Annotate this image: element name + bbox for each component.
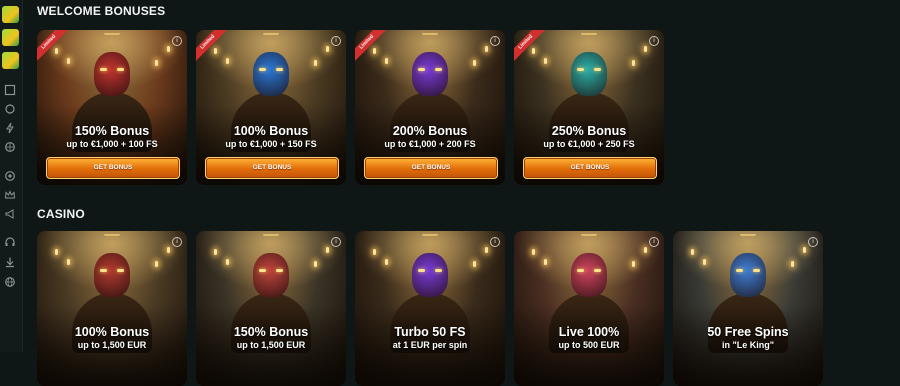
- card-subtitle: in "Le King": [721, 340, 775, 350]
- megaphone-icon[interactable]: [4, 208, 16, 220]
- candle-light: [373, 249, 376, 255]
- card-title: 50 Free Spins: [707, 325, 789, 339]
- get-bonus-button[interactable]: GET BONUS: [205, 157, 339, 179]
- ball-icon[interactable]: [4, 141, 16, 153]
- card-subtitle: up to 1,500 EUR: [236, 340, 306, 350]
- info-icon[interactable]: i: [808, 237, 818, 247]
- info-icon[interactable]: i: [172, 36, 182, 46]
- gift-icon[interactable]: [2, 6, 19, 23]
- info-icon[interactable]: i: [649, 237, 659, 247]
- card-tag: [422, 234, 438, 236]
- candle-light: [373, 48, 376, 54]
- candle-light: [532, 48, 535, 54]
- globe-icon[interactable]: [4, 276, 16, 288]
- welcome-bonuses-title: WELCOME BONUSES: [37, 4, 166, 18]
- card-tag: [263, 33, 279, 35]
- card-subtitle: up to 500 EUR: [558, 340, 620, 350]
- info-icon[interactable]: i: [649, 36, 659, 46]
- card-tag: [104, 33, 120, 35]
- card-subtitle: up to 1,500 EUR: [77, 340, 147, 350]
- card-subtitle: up to €1,000 + 200 FS: [384, 139, 476, 149]
- circle-icon[interactable]: [4, 103, 16, 115]
- card-title: 150% Bonus: [74, 124, 150, 138]
- candle-light: [55, 249, 58, 255]
- welcome-card[interactable]: Limited i 250% Bonus up to €1,000 + 250 …: [514, 30, 664, 185]
- card-subtitle: up to €1,000 + 250 FS: [543, 139, 635, 149]
- welcome-card[interactable]: Limited i 200% Bonus up to €1,000 + 200 …: [355, 30, 505, 185]
- get-bonus-button[interactable]: GET BONUS: [46, 157, 180, 179]
- card-subtitle: up to €1,000 + 150 FS: [225, 139, 317, 149]
- card-subtitle: at 1 EUR per spin: [392, 340, 468, 350]
- casino-card[interactable]: i Live 100% up to 500 EUR: [514, 231, 664, 386]
- candle-light: [214, 48, 217, 54]
- get-bonus-button[interactable]: GET BONUS: [523, 157, 657, 179]
- info-icon[interactable]: i: [490, 36, 500, 46]
- casino-card[interactable]: i 50 Free Spins in "Le King": [673, 231, 823, 386]
- card-title: Turbo 50 FS: [394, 325, 466, 339]
- download-icon[interactable]: [4, 256, 16, 268]
- card-title: 100% Bonus: [74, 325, 150, 339]
- casino-card[interactable]: i 100% Bonus up to 1,500 EUR: [37, 231, 187, 386]
- candle-light: [532, 249, 535, 255]
- candle-light: [55, 48, 58, 54]
- candle-light: [326, 247, 329, 253]
- info-icon[interactable]: i: [490, 237, 500, 247]
- card-title: 150% Bonus: [233, 325, 309, 339]
- card-tag: [263, 234, 279, 236]
- card-tag: [581, 234, 597, 236]
- grid-icon[interactable]: [4, 84, 16, 96]
- card-tag: [740, 234, 756, 236]
- candle-light: [803, 247, 806, 253]
- card-title: Live 100%: [558, 325, 620, 339]
- card-title: 200% Bonus: [392, 124, 468, 138]
- info-icon[interactable]: i: [172, 237, 182, 247]
- gift-icon[interactable]: [2, 52, 19, 69]
- card-tag: [581, 33, 597, 35]
- card-title: 250% Bonus: [551, 124, 627, 138]
- info-icon[interactable]: i: [331, 237, 341, 247]
- casino-card[interactable]: i Turbo 50 FS at 1 EUR per spin: [355, 231, 505, 386]
- crown-icon[interactable]: [4, 189, 16, 201]
- casino-card[interactable]: i 150% Bonus up to 1,500 EUR: [196, 231, 346, 386]
- card-tag: [422, 33, 438, 35]
- chip-icon[interactable]: [4, 170, 16, 182]
- sidebar: [0, 0, 23, 352]
- candle-light: [167, 46, 170, 52]
- candle-light: [214, 249, 217, 255]
- candle-light: [644, 46, 647, 52]
- gift-icon[interactable]: [2, 29, 19, 46]
- bolt-icon[interactable]: [4, 122, 16, 134]
- candle-light: [167, 247, 170, 253]
- info-icon[interactable]: i: [331, 36, 341, 46]
- get-bonus-button[interactable]: GET BONUS: [364, 157, 498, 179]
- candle-light: [644, 247, 647, 253]
- card-title: 100% Bonus: [233, 124, 309, 138]
- welcome-card[interactable]: Limited i 150% Bonus up to €1,000 + 100 …: [37, 30, 187, 185]
- candle-light: [691, 249, 694, 255]
- casino-title: CASINO: [37, 207, 85, 221]
- welcome-card[interactable]: Limited i 100% Bonus up to €1,000 + 150 …: [196, 30, 346, 185]
- headset-icon[interactable]: [4, 236, 16, 248]
- candle-light: [485, 247, 488, 253]
- candle-light: [326, 46, 329, 52]
- card-subtitle: up to €1,000 + 100 FS: [66, 139, 158, 149]
- candle-light: [485, 46, 488, 52]
- card-tag: [104, 234, 120, 236]
